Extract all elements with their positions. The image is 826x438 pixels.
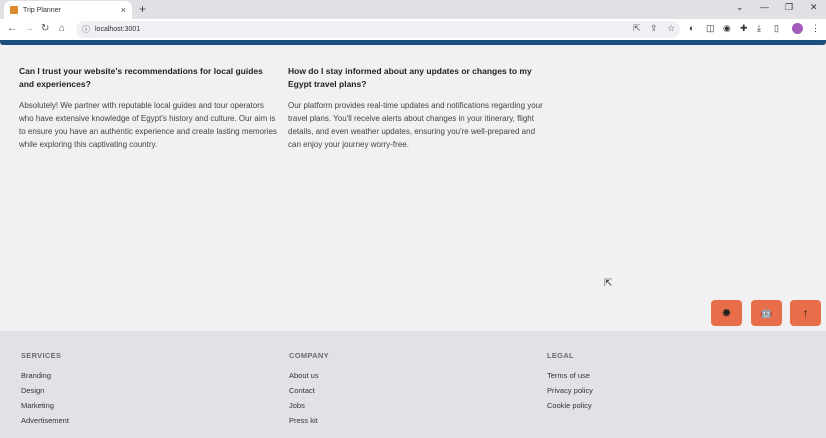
extension-icon[interactable]: ◐ [689, 23, 694, 33]
extension-icon[interactable]: ◉ [723, 23, 731, 34]
download-icon[interactable]: ⤓ [757, 23, 761, 34]
faq-item: Can I trust your website's recommendatio… [19, 65, 279, 151]
footer-heading: SERVICES [21, 351, 62, 360]
footer-heading: LEGAL [547, 351, 574, 360]
extensions-puzzle-icon[interactable]: ✚ [740, 23, 748, 34]
page-progress-bar [0, 40, 826, 45]
footer-link[interactable]: Advertisement [21, 413, 69, 428]
reload-icon[interactable]: ↻ [41, 23, 49, 34]
chatbot-button[interactable]: 🤖 [751, 300, 782, 326]
footer-link[interactable]: Cookie policy [547, 398, 593, 413]
faq-item: How do I stay informed about any updates… [288, 65, 548, 151]
share-icon[interactable]: ⇪ [650, 23, 658, 34]
back-icon[interactable]: ← [7, 23, 17, 34]
arrow-up-icon: ↑ [802, 306, 809, 320]
new-tab-button[interactable]: + [139, 2, 146, 16]
site-favicon-icon [10, 6, 18, 14]
footer-services: SERVICES Branding Design Marketing Adver… [21, 351, 69, 428]
footer-link[interactable]: Press kit [289, 413, 329, 428]
footer-link[interactable]: About us [289, 368, 329, 383]
browser-tab-bar: Trip Planner × + ⌄ — ❐ ✕ [0, 0, 826, 19]
tab-close-icon[interactable]: × [121, 5, 126, 15]
tab-title: Trip Planner [23, 6, 61, 14]
browser-toolbar: ← → ↻ ⌂ ⓘ localhost:3001 ⇱ ⇪ ☆ ◐ ◫ ◉ ✚ ⤓… [0, 19, 826, 40]
forward-icon[interactable]: → [24, 23, 34, 34]
tab-search-chevron-icon[interactable]: ⌄ [736, 2, 744, 13]
footer-legal: LEGAL Terms of use Privacy policy Cookie… [547, 351, 593, 413]
home-icon[interactable]: ⌂ [59, 23, 65, 34]
footer-company: COMPANY About us Contact Jobs Press kit [289, 351, 329, 428]
address-bar[interactable]: ⓘ localhost:3001 [76, 21, 680, 38]
site-footer: SERVICES Branding Design Marketing Adver… [0, 331, 826, 438]
footer-link[interactable]: Jobs [289, 398, 329, 413]
footer-link[interactable]: Marketing [21, 398, 69, 413]
robot-icon: 🤖 [760, 307, 773, 319]
minimize-button[interactable]: — [760, 2, 769, 12]
footer-heading: COMPANY [289, 351, 329, 360]
theme-toggle-button[interactable]: ✹ [711, 300, 742, 326]
site-info-icon[interactable]: ⓘ [82, 24, 90, 35]
extension-icon[interactable]: ◫ [706, 23, 715, 34]
url-text: localhost:3001 [95, 26, 141, 33]
scroll-to-top-button[interactable]: ↑ [790, 300, 821, 326]
mouse-cursor-icon: ⇱ [604, 278, 613, 289]
footer-link[interactable]: Branding [21, 368, 69, 383]
footer-link[interactable]: Terms of use [547, 368, 593, 383]
faq-answer: Absolutely! We partner with reputable lo… [19, 101, 277, 149]
faq-question: Can I trust your website's recommendatio… [19, 66, 263, 89]
faq-question: How do I stay informed about any updates… [288, 66, 532, 89]
faq-answer: Our platform provides real-time updates … [288, 101, 543, 149]
menu-kebab-icon[interactable]: ⋮ [811, 23, 820, 34]
close-window-button[interactable]: ✕ [810, 2, 818, 13]
open-in-app-icon[interactable]: ⇱ [633, 23, 641, 34]
bug-icon: ✹ [721, 306, 732, 320]
restore-button[interactable]: ❐ [785, 2, 793, 13]
footer-link[interactable]: Privacy policy [547, 383, 593, 398]
footer-link[interactable]: Contact [289, 383, 329, 398]
bookmark-star-icon[interactable]: ☆ [667, 23, 675, 34]
footer-link[interactable]: Design [21, 383, 69, 398]
browser-tab[interactable]: Trip Planner × [4, 1, 132, 19]
profile-avatar[interactable] [792, 23, 803, 34]
side-panel-icon[interactable]: ▯ [774, 23, 779, 34]
